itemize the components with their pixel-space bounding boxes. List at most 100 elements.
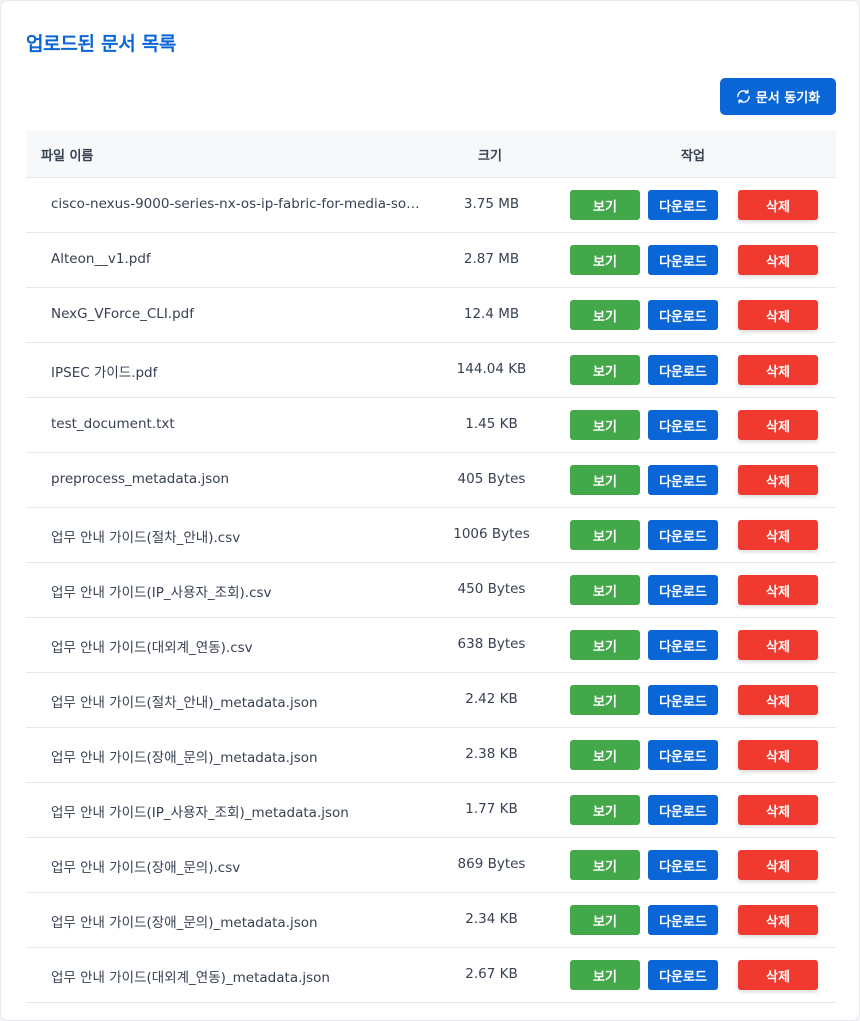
refresh-icon xyxy=(736,89,751,104)
delete-button[interactable]: 삭제 xyxy=(738,465,818,495)
download-button[interactable]: 다운로드 xyxy=(648,520,718,550)
download-button[interactable]: 다운로드 xyxy=(648,905,718,935)
file-size: 2.34 KB xyxy=(465,911,518,927)
file-size: 2.42 KB xyxy=(465,691,518,707)
file-name: cisco-nexus-9000-series-nx-os-ip-fabric-… xyxy=(51,196,421,212)
file-name: 업무 안내 가이드(IP_사용자_조회).csv xyxy=(51,585,272,601)
view-button[interactable]: 보기 xyxy=(570,795,640,825)
table-row: 업무 안내 가이드(대외계_연동).csv 638 Bytes 보기 다운로드 삭제 xyxy=(26,618,836,673)
view-button[interactable]: 보기 xyxy=(570,300,640,330)
download-button[interactable]: 다운로드 xyxy=(648,410,718,440)
file-size: 2.38 KB xyxy=(465,746,518,762)
view-button[interactable]: 보기 xyxy=(570,630,640,660)
file-name: 업무 안내 가이드(장애_문의)_metadata.json xyxy=(51,750,318,766)
download-button[interactable]: 다운로드 xyxy=(648,575,718,605)
delete-button[interactable]: 삭제 xyxy=(738,245,818,275)
delete-button[interactable]: 삭제 xyxy=(738,685,818,715)
file-name: 업무 안내 가이드(절차_안내)_metadata.json xyxy=(51,695,318,711)
file-name: preprocess_metadata.json xyxy=(51,471,230,487)
view-button[interactable]: 보기 xyxy=(570,850,640,880)
sync-button-label: 문서 동기화 xyxy=(755,91,821,106)
table-header: 파일 이름 크기 작업 xyxy=(26,130,836,178)
document-list-card: 업로드된 문서 목록 문서 동기화 파일 이름 크기 작업 cisco-nexu… xyxy=(0,0,860,1021)
file-name: Alteon__v1.pdf xyxy=(51,251,151,267)
download-button[interactable]: 다운로드 xyxy=(648,740,718,770)
table-row: preprocess_metadata.json 405 Bytes 보기 다운로드 삭… xyxy=(26,453,836,508)
delete-button[interactable]: 삭제 xyxy=(738,300,818,330)
table-body: cisco-nexus-9000-series-nx-os-ip-fabric-… xyxy=(26,178,836,1003)
file-name: 업무 안내 가이드(장애_문의)_metadata.json xyxy=(51,915,318,931)
delete-button[interactable]: 삭제 xyxy=(738,630,818,660)
file-name: 업무 안내 가이드(IP_사용자_조회)_metadata.json xyxy=(51,805,349,821)
file-size: 2.87 MB xyxy=(463,251,520,267)
table-row: NexG_VForce_CLI.pdf 12.4 MB 보기 다운로드 삭제 xyxy=(26,288,836,343)
delete-button[interactable]: 삭제 xyxy=(738,520,818,550)
file-size: 3.75 MB xyxy=(463,196,520,212)
table-row: 업무 안내 가이드(장애_문의)_metadata.json 2.38 KB 보기 다… xyxy=(26,728,836,783)
download-button[interactable]: 다운로드 xyxy=(648,465,718,495)
view-button[interactable]: 보기 xyxy=(570,960,640,990)
file-size: 12.4 MB xyxy=(463,306,520,322)
table-row: 업무 안내 가이드(IP_사용자_조회).csv 450 Bytes 보기 다운로드 삭… xyxy=(26,563,836,618)
table-row: IPSEC 가이드.pdf 144.04 KB 보기 다운로드 삭제 xyxy=(26,343,836,398)
delete-button[interactable]: 삭제 xyxy=(738,850,818,880)
delete-button[interactable]: 삭제 xyxy=(738,575,818,605)
file-name: 업무 안내 가이드(절차_안내).csv xyxy=(51,530,241,546)
column-header-name: 파일 이름 xyxy=(41,149,94,164)
view-button[interactable]: 보기 xyxy=(570,190,640,220)
table-row: 업무 안내 가이드(IP_사용자_조회)_metadata.json 1.77 K… xyxy=(26,783,836,838)
documents-table: 파일 이름 크기 작업 cisco-nexus-9000-series-nx-o… xyxy=(26,130,836,1003)
column-header-actions: 작업 xyxy=(681,149,705,164)
file-name: IPSEC 가이드.pdf xyxy=(51,365,158,381)
table-row: 업무 안내 가이드(장애_문의)_metadata.json 2.34 KB 보기 다… xyxy=(26,893,836,948)
delete-button[interactable]: 삭제 xyxy=(738,410,818,440)
view-button[interactable]: 보기 xyxy=(570,740,640,770)
file-name: 업무 안내 가이드(대외계_연동)_metadata.json xyxy=(51,970,330,986)
delete-button[interactable]: 삭제 xyxy=(738,795,818,825)
file-size: 1.45 KB xyxy=(465,416,518,432)
download-button[interactable]: 다운로드 xyxy=(648,960,718,990)
file-size: 869 Bytes xyxy=(457,856,526,872)
file-size: 1006 Bytes xyxy=(453,526,530,542)
view-button[interactable]: 보기 xyxy=(570,520,640,550)
file-name: 업무 안내 가이드(장애_문의).csv xyxy=(51,860,241,876)
download-button[interactable]: 다운로드 xyxy=(648,685,718,715)
file-name: NexG_VForce_CLI.pdf xyxy=(51,306,194,322)
table-row: Alteon__v1.pdf 2.87 MB 보기 다운로드 삭제 xyxy=(26,233,836,288)
download-button[interactable]: 다운로드 xyxy=(648,850,718,880)
file-size: 1.77 KB xyxy=(465,801,518,817)
table-row: cisco-nexus-9000-series-nx-os-ip-fabric-… xyxy=(26,178,836,233)
file-size: 405 Bytes xyxy=(457,471,526,487)
column-header-size: 크기 xyxy=(478,149,502,164)
view-button[interactable]: 보기 xyxy=(570,575,640,605)
download-button[interactable]: 다운로드 xyxy=(648,245,718,275)
view-button[interactable]: 보기 xyxy=(570,245,640,275)
file-name: test_document.txt xyxy=(51,416,175,432)
table-row: 업무 안내 가이드(절차_안내).csv 1006 Bytes 보기 다운로드 삭제 xyxy=(26,508,836,563)
view-button[interactable]: 보기 xyxy=(570,410,640,440)
file-size: 2.67 KB xyxy=(465,966,518,982)
table-row: 업무 안내 가이드(장애_문의).csv 869 Bytes 보기 다운로드 삭제 xyxy=(26,838,836,893)
download-button[interactable]: 다운로드 xyxy=(648,300,718,330)
table-row: 업무 안내 가이드(대외계_연동)_metadata.json 2.67 KB 보기… xyxy=(26,948,836,1003)
page-title: 업로드된 문서 목록 xyxy=(26,33,177,55)
delete-button[interactable]: 삭제 xyxy=(738,905,818,935)
view-button[interactable]: 보기 xyxy=(570,905,640,935)
download-button[interactable]: 다운로드 xyxy=(648,795,718,825)
file-size: 450 Bytes xyxy=(457,581,526,597)
delete-button[interactable]: 삭제 xyxy=(738,740,818,770)
delete-button[interactable]: 삭제 xyxy=(738,190,818,220)
view-button[interactable]: 보기 xyxy=(570,685,640,715)
delete-button[interactable]: 삭제 xyxy=(738,960,818,990)
file-name: 업무 안내 가이드(대외계_연동).csv xyxy=(51,640,253,656)
table-row: test_document.txt 1.45 KB 보기 다운로드 삭제 xyxy=(26,398,836,453)
view-button[interactable]: 보기 xyxy=(570,355,640,385)
file-size: 144.04 KB xyxy=(456,361,527,377)
download-button[interactable]: 다운로드 xyxy=(648,355,718,385)
download-button[interactable]: 다운로드 xyxy=(648,630,718,660)
file-size: 638 Bytes xyxy=(457,636,526,652)
download-button[interactable]: 다운로드 xyxy=(648,190,718,220)
view-button[interactable]: 보기 xyxy=(570,465,640,495)
delete-button[interactable]: 삭제 xyxy=(738,355,818,385)
sync-documents-button[interactable]: 문서 동기화 xyxy=(720,78,836,115)
